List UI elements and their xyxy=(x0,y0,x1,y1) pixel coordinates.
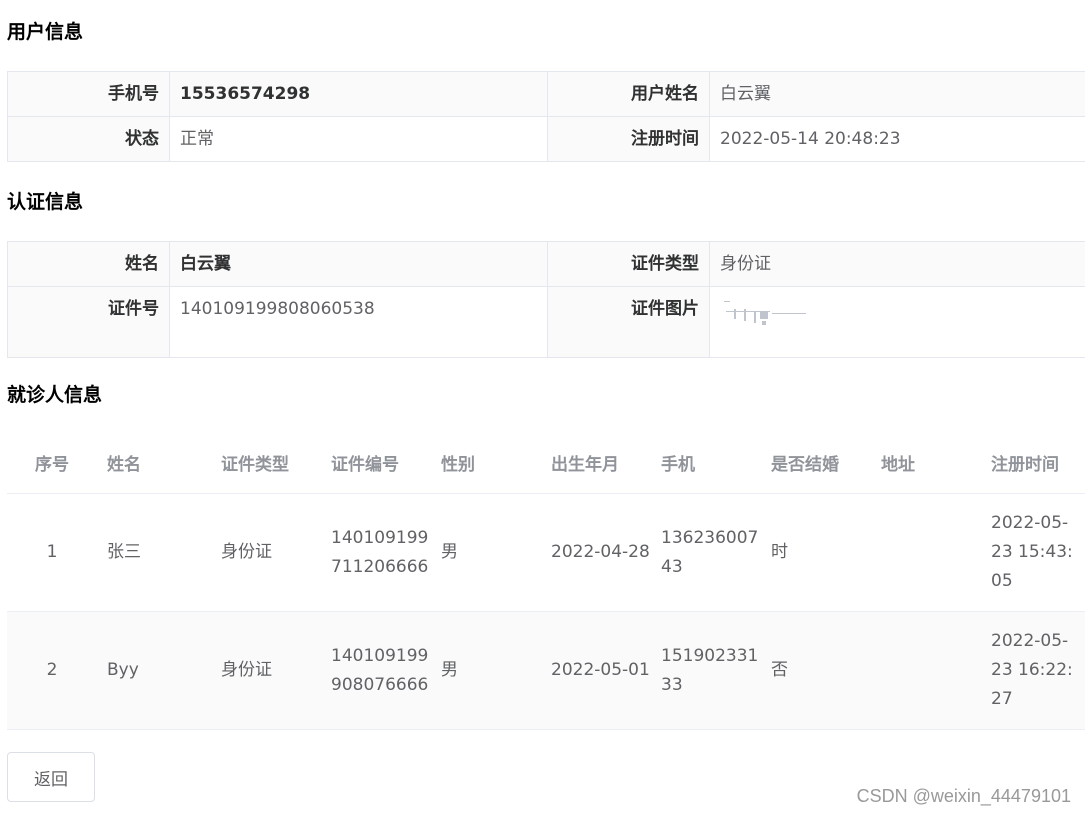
cell-phone: 13623600743 xyxy=(661,493,771,612)
cert-image-cell xyxy=(709,286,1085,358)
phone-label: 手机号 xyxy=(7,71,170,117)
col-header-birth: 出生年月 xyxy=(551,432,661,494)
cell-cert-type: 身份证 xyxy=(221,611,331,730)
section-title-patients: 就诊人信息 xyxy=(7,384,103,406)
patients-header-row: 序号 姓名 证件类型 证件编号 性别 出生年月 手机 是否结婚 地址 注册时间 xyxy=(7,432,1085,494)
auth-info-table: 姓名 白云翼 证件类型 身份证 证件号 140109199808060538 证… xyxy=(7,241,1085,358)
col-header-index: 序号 xyxy=(7,432,107,494)
auth-name-value: 白云翼 xyxy=(169,241,548,287)
cell-phone: 15190233133 xyxy=(661,611,771,730)
cell-name: 张三 xyxy=(107,493,221,612)
table-row: 1 张三 身份证 140109199711206666 男 2022-04-28… xyxy=(7,493,1085,612)
cert-image[interactable] xyxy=(724,299,808,329)
cell-married: 否 xyxy=(771,611,881,730)
col-header-register-time: 注册时间 xyxy=(991,432,1085,494)
cell-cert-no: 140109199908076666 xyxy=(331,611,441,730)
cert-type-value: 身份证 xyxy=(709,241,1085,287)
username-value: 白云翼 xyxy=(709,71,1085,117)
cell-name: Byy xyxy=(107,611,221,730)
cert-no-label: 证件号 xyxy=(7,286,170,358)
cell-address xyxy=(881,611,991,730)
user-info-row-1: 手机号 15536574298 用户姓名 白云翼 xyxy=(7,71,1085,117)
cell-index: 2 xyxy=(7,611,107,730)
auth-info-row-1: 姓名 白云翼 证件类型 身份证 xyxy=(7,241,1085,287)
cell-address xyxy=(881,493,991,612)
section-title-user-info: 用户信息 xyxy=(7,21,84,43)
cell-register-time: 2022-05-23 16:22:27 xyxy=(991,611,1085,730)
status-value: 正常 xyxy=(169,116,548,162)
table-row: 2 Byy 身份证 140109199908076666 男 2022-05-0… xyxy=(7,611,1085,730)
cell-cert-no: 140109199711206666 xyxy=(331,493,441,612)
patients-table: 序号 姓名 证件类型 证件编号 性别 出生年月 手机 是否结婚 地址 注册时间 … xyxy=(7,432,1085,730)
col-header-phone: 手机 xyxy=(661,432,771,494)
col-header-cert-no: 证件编号 xyxy=(331,432,441,494)
cell-index: 1 xyxy=(7,493,107,612)
register-time-label: 注册时间 xyxy=(547,116,710,162)
status-label: 状态 xyxy=(7,116,170,162)
back-button[interactable]: 返回 xyxy=(7,752,95,802)
auth-name-label: 姓名 xyxy=(7,241,170,287)
register-time-value: 2022-05-14 20:48:23 xyxy=(709,116,1085,162)
col-header-cert-type: 证件类型 xyxy=(221,432,331,494)
cell-gender: 男 xyxy=(441,611,551,730)
section-title-auth-info: 认证信息 xyxy=(7,191,84,213)
user-info-row-2: 状态 正常 注册时间 2022-05-14 20:48:23 xyxy=(7,116,1085,162)
watermark: CSDN @weixin_44479101 xyxy=(856,786,1071,806)
col-header-married: 是否结婚 xyxy=(771,432,881,494)
cell-register-time: 2022-05-23 15:43:05 xyxy=(991,493,1085,612)
cell-gender: 男 xyxy=(441,493,551,612)
col-header-address: 地址 xyxy=(881,432,991,494)
auth-info-row-2: 证件号 140109199808060538 证件图片 xyxy=(7,286,1085,358)
phone-value: 15536574298 xyxy=(169,71,548,117)
cell-birth: 2022-05-01 xyxy=(551,611,661,730)
cell-married: 时 xyxy=(771,493,881,612)
cert-no-value: 140109199808060538 xyxy=(169,286,548,358)
username-label: 用户姓名 xyxy=(547,71,710,117)
col-header-gender: 性别 xyxy=(441,432,551,494)
col-header-name: 姓名 xyxy=(107,432,221,494)
cell-cert-type: 身份证 xyxy=(221,493,331,612)
cert-image-label: 证件图片 xyxy=(547,286,710,358)
cell-birth: 2022-04-28 xyxy=(551,493,661,612)
user-info-table: 手机号 15536574298 用户姓名 白云翼 状态 正常 注册时间 2022… xyxy=(7,71,1085,162)
cert-type-label: 证件类型 xyxy=(547,241,710,287)
